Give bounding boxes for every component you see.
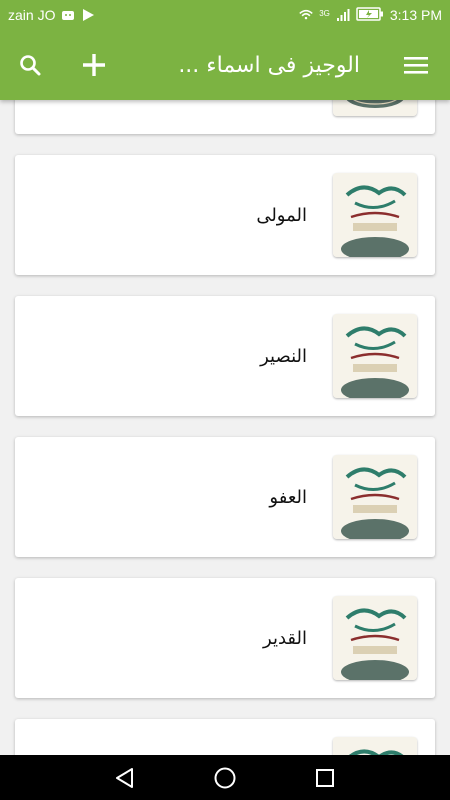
book-cover-thumbnail [333, 314, 417, 398]
app-bar: الوجيز فى اسماء ... [0, 30, 450, 100]
back-button[interactable] [107, 760, 143, 796]
play-store-icon [81, 8, 95, 22]
plus-icon [83, 54, 105, 76]
network-type-label: 3G [319, 8, 330, 18]
list-item[interactable] [15, 100, 435, 134]
names-list: المولى النصير العفو القدير [0, 100, 450, 755]
signal-icon [336, 8, 350, 22]
hamburger-menu-icon [404, 57, 428, 74]
search-icon [20, 55, 41, 76]
list-item[interactable] [15, 719, 435, 755]
search-button[interactable] [8, 30, 52, 100]
app-title: الوجيز فى اسماء ... [178, 52, 360, 78]
book-cover-thumbnail [333, 455, 417, 539]
battery-icon [356, 6, 384, 24]
status-time: 3:13 PM [389, 7, 442, 23]
status-right: 3G 3:13 PM [299, 6, 442, 24]
list-item-name: النصير [260, 345, 307, 367]
book-cover-thumbnail [333, 100, 417, 116]
list-item[interactable]: القدير [15, 578, 435, 698]
menu-button[interactable] [394, 30, 438, 100]
book-cover-thumbnail [333, 737, 417, 755]
list-item[interactable]: العفو [15, 437, 435, 557]
list-item-name: المولى [256, 204, 307, 226]
status-left: zain JO [8, 7, 95, 23]
list-item-name: العفو [269, 486, 307, 508]
system-nav-bar [0, 755, 450, 800]
home-button[interactable] [207, 760, 243, 796]
list-item-name: القدير [263, 627, 307, 649]
app-screen: zain JO 3G 3:13 PM الوجيز فى اسماء ... ا… [0, 0, 450, 800]
status-bar: zain JO 3G 3:13 PM [0, 0, 450, 30]
wifi-icon [299, 8, 313, 22]
list-item[interactable]: النصير [15, 296, 435, 416]
recents-button[interactable] [307, 760, 343, 796]
carrier-label: zain JO [8, 7, 56, 23]
list-item[interactable]: المولى [15, 155, 435, 275]
add-button[interactable] [72, 30, 116, 100]
recents-square-icon [316, 768, 334, 787]
book-cover-thumbnail [333, 596, 417, 680]
back-triangle-icon [116, 767, 133, 788]
book-cover-thumbnail [333, 173, 417, 257]
home-circle-icon [214, 767, 236, 788]
android-notification-icon [61, 8, 75, 22]
